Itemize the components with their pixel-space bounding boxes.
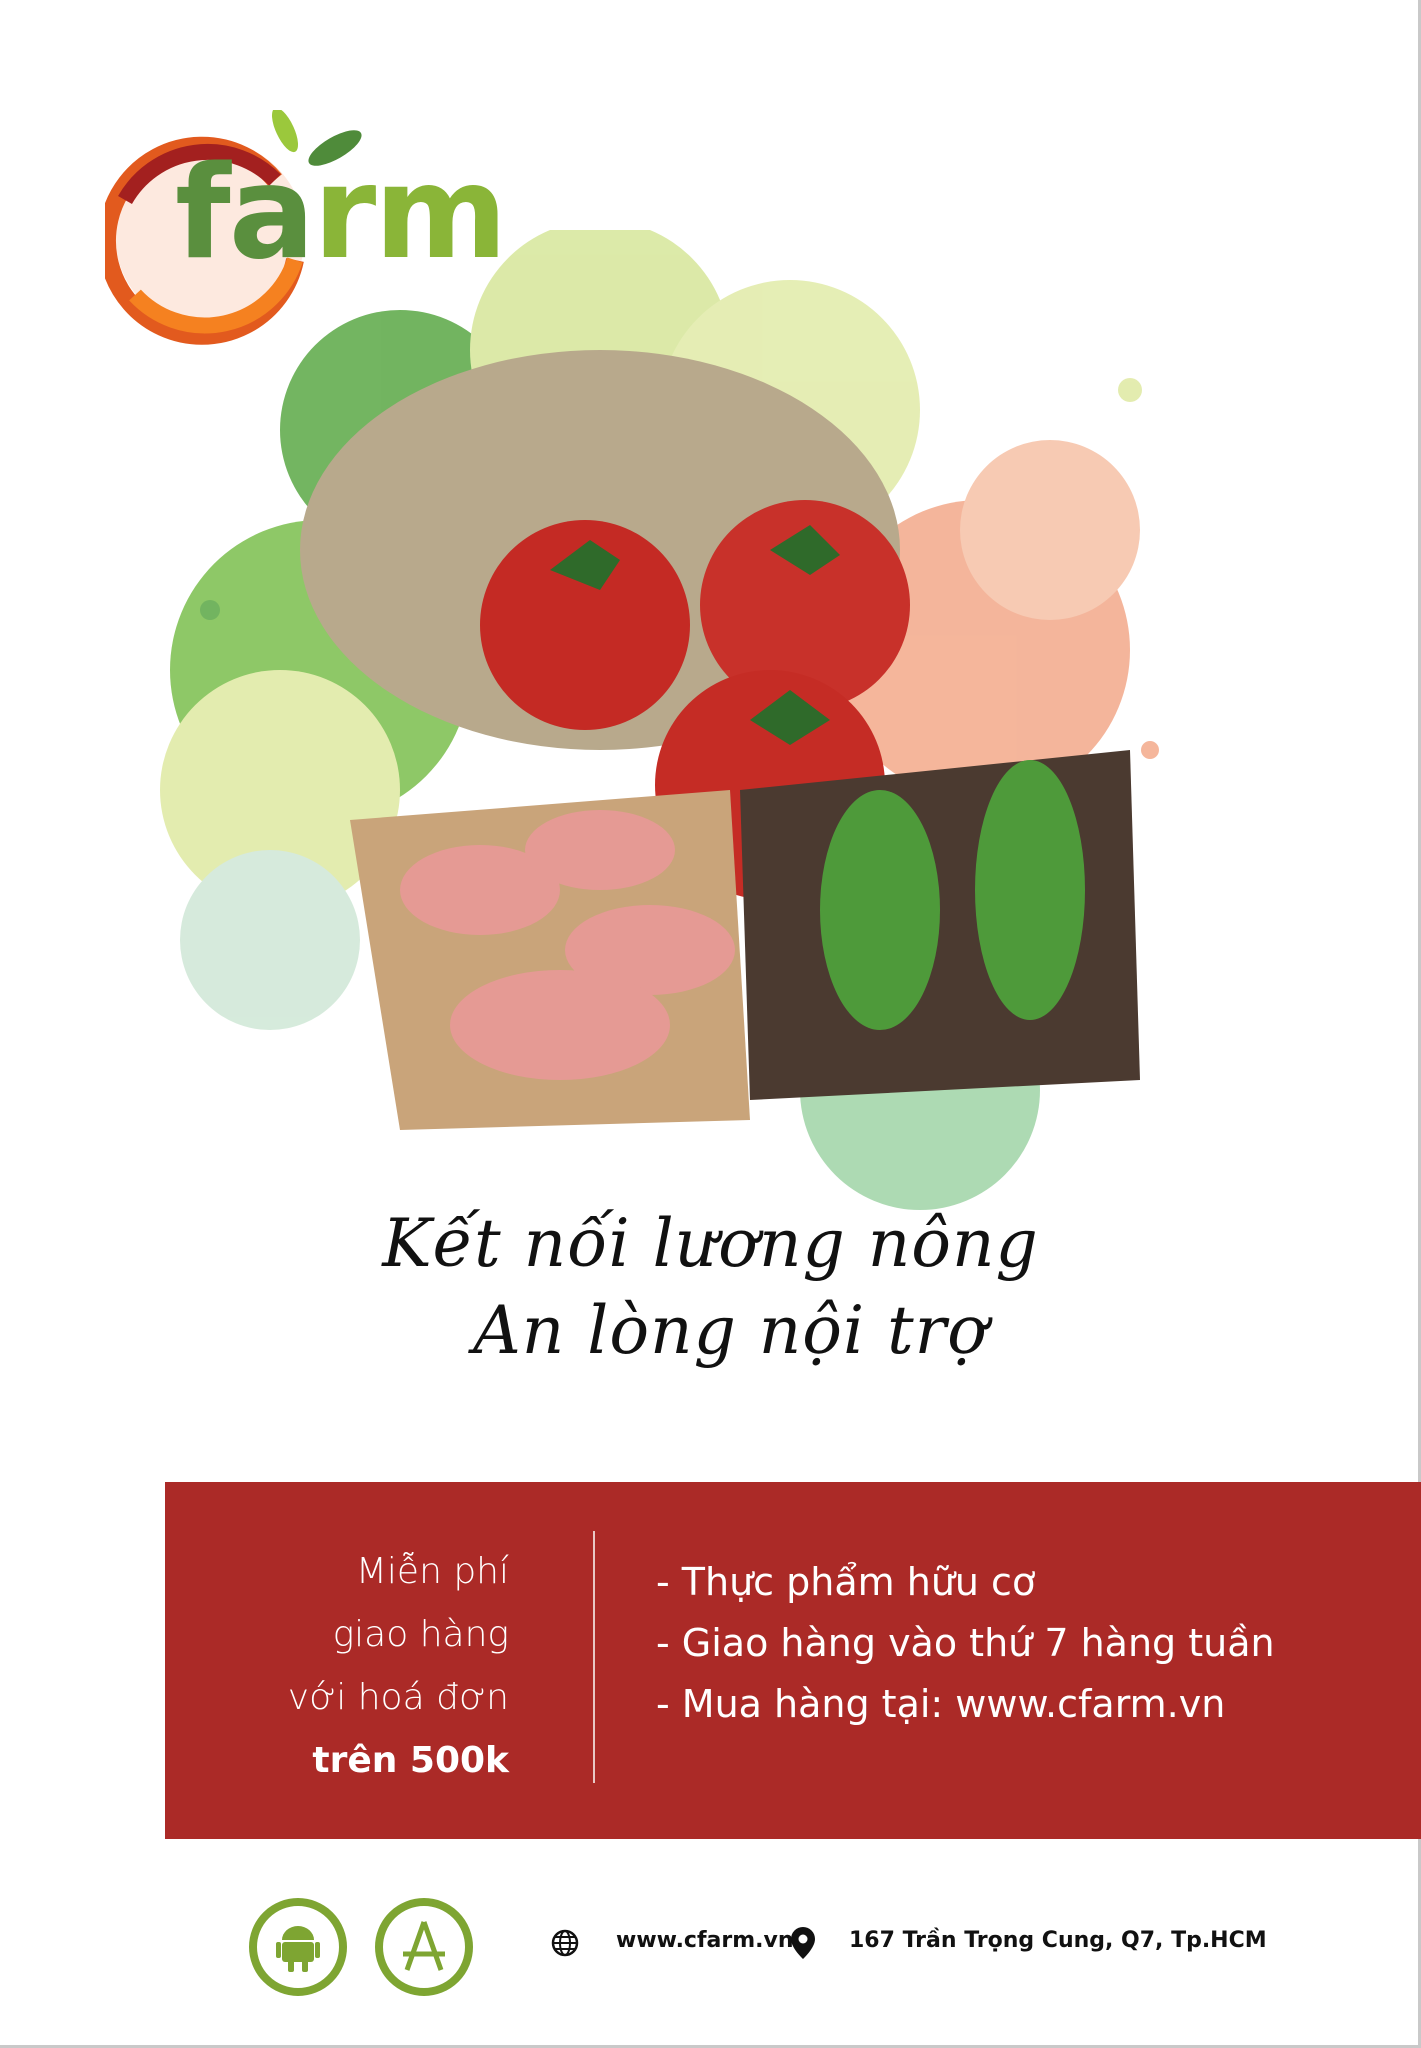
globe-icon (551, 1929, 579, 1957)
feature-item: - Thực phẩm hữu cơ (656, 1560, 1036, 1604)
feature-item: - Giao hàng vào thứ 7 hàng tuần (656, 1621, 1275, 1665)
free-shipping-line: Miễn phí (355, 1551, 509, 1592)
android-icon (276, 1926, 320, 1972)
free-shipping-text: Miễn phí giao hàng với hoá đơn trên 500k (165, 1540, 509, 1792)
promo-banner: Miễn phí giao hàng với hoá đơn trên 500k… (165, 1482, 1421, 1839)
app-store-button[interactable] (375, 1898, 473, 1996)
location-pin-icon (791, 1927, 815, 1959)
tagline-line-2: An lòng nội trợ (473, 1292, 988, 1369)
food-collage-image (160, 230, 1159, 1210)
website-link[interactable]: www.cfarm.vn (616, 1928, 794, 1953)
tagline-line-1: Kết nối lương nông (382, 1205, 1039, 1282)
footer: www.cfarm.vn 167 Trần Trọng Cung, Q7, Tp… (0, 1898, 1421, 1998)
address-text: 167 Trần Trọng Cung, Q7, Tp.HCM (849, 1928, 1267, 1953)
divider (593, 1531, 595, 1783)
android-app-button[interactable] (249, 1898, 347, 1996)
app-store-icon (403, 1921, 445, 1971)
features-list: - Thực phẩm hữu cơ - Giao hàng vào thứ 7… (656, 1552, 1275, 1735)
feature-item: - Mua hàng tại: www.cfarm.vn (656, 1682, 1226, 1726)
free-shipping-threshold: trên 500k (312, 1740, 509, 1781)
free-shipping-line: với hoá đơn (287, 1677, 509, 1718)
free-shipping-line: giao hàng (332, 1614, 509, 1655)
